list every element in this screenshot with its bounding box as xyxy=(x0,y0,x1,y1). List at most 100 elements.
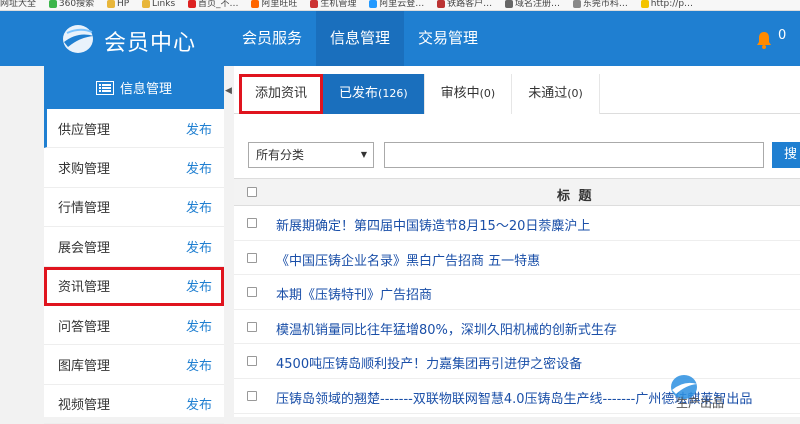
news-title-link[interactable]: 《中国压铸企业名录》黑白广告招商 五一特惠 xyxy=(276,250,540,269)
page-icon xyxy=(572,0,581,8)
360-icon xyxy=(48,0,57,8)
watermark-text: 生产出品 xyxy=(676,396,725,410)
bookmarks-bar: 网址大全 360搜索 HP Links 首页_不… 阿里旺旺 生机管理 阿里云登… xyxy=(0,0,800,11)
sidebar-header: 信息管理 xyxy=(44,66,224,109)
bookmark[interactable]: 铁路客户… xyxy=(437,0,492,9)
sidebar-item-label: 图库管理 xyxy=(58,359,111,375)
search-input[interactable] xyxy=(384,142,764,168)
bell-icon[interactable] xyxy=(756,31,772,49)
publish-link[interactable]: 发布 xyxy=(186,197,212,216)
table-row: 模温机销量同比往年猛增80%，深圳久阳机械的创新式生存 xyxy=(234,310,800,345)
main-nav: 会员服务 信息管理 交易管理 xyxy=(228,11,492,66)
status-tabs: 添加资讯 已发布(126) 审核中(0) 未通过(0) xyxy=(234,74,800,114)
site-icon xyxy=(310,0,319,8)
table-row: 《中国压铸企业名录》黑白广告招商 五一特惠 xyxy=(234,241,800,276)
folder-icon xyxy=(142,0,151,8)
sidebar-item-purchase[interactable]: 求购管理 发布 xyxy=(44,148,224,188)
tab-label: 审核中 xyxy=(440,86,480,101)
logo-icon xyxy=(63,25,94,53)
sidebar-item-label: 视频管理 xyxy=(58,398,111,414)
filter-bar: 所有分类 ▼ 搜 xyxy=(248,142,800,168)
folder-icon xyxy=(106,0,115,8)
tab-rejected[interactable]: 未通过(0) xyxy=(512,74,600,114)
bookmark[interactable]: http://p… xyxy=(640,0,693,9)
search-button[interactable]: 搜 xyxy=(772,142,800,168)
cloud-icon xyxy=(369,0,378,8)
tab-count: (0) xyxy=(567,87,583,100)
bookmark[interactable]: 360搜索 xyxy=(48,0,94,9)
publish-link[interactable]: 发布 xyxy=(186,394,212,413)
huawei-icon xyxy=(188,0,197,8)
sidebar-item-label: 资讯管理 xyxy=(58,280,111,296)
sidebar-item-supply[interactable]: 供应管理 发布 xyxy=(44,109,224,149)
logo-text[interactable]: 会员中心 xyxy=(104,25,196,57)
top-header: 会员中心 会员服务 信息管理 交易管理 0 xyxy=(0,11,800,66)
tab-label: 已发布 xyxy=(339,86,379,101)
tab-published[interactable]: 已发布(126) xyxy=(323,74,425,114)
table-row: 新展期确定！第四届中国铸造节8月15～20日萘麋沪上 xyxy=(234,206,800,241)
bookmark[interactable]: 域名注册… xyxy=(504,0,560,9)
tab-label: 未通过 xyxy=(528,86,568,101)
news-title-link[interactable]: 本期《压铸特刊》广告招商 xyxy=(276,284,432,303)
publish-link[interactable]: 发布 xyxy=(186,316,212,335)
row-checkbox[interactable] xyxy=(247,321,257,332)
bookmark[interactable]: 阿里云登… xyxy=(369,0,424,9)
sidebar-item-label: 供应管理 xyxy=(58,122,111,138)
sidebar-item-video[interactable]: 视频管理 发布 xyxy=(44,385,224,424)
sidebar-item-label: 问答管理 xyxy=(58,319,111,335)
news-title-link[interactable]: 模温机销量同比往年猛增80%，深圳久阳机械的创新式生存 xyxy=(276,319,617,338)
tab-count: (126) xyxy=(378,87,408,100)
category-selected: 所有分类 xyxy=(256,148,305,162)
sidebar-item-qa[interactable]: 问答管理 发布 xyxy=(44,306,224,346)
row-checkbox[interactable] xyxy=(247,287,257,298)
rail-icon xyxy=(437,0,446,8)
site-icon xyxy=(504,0,513,8)
notification-count: 0 xyxy=(778,28,787,43)
tab-add-news[interactable]: 添加资讯 xyxy=(239,74,324,114)
tab-pending[interactable]: 审核中(0) xyxy=(424,74,513,114)
row-checkbox[interactable] xyxy=(247,356,257,367)
publish-link[interactable]: 发布 xyxy=(186,355,212,374)
sidebar-item-label: 展会管理 xyxy=(58,240,111,256)
collapse-arrow-icon[interactable]: ◀ xyxy=(225,86,233,96)
sidebar-item-exhibition[interactable]: 展会管理 发布 xyxy=(44,227,224,267)
sidebar-item-gallery[interactable]: 图库管理 发布 xyxy=(44,345,224,385)
bookmark[interactable]: 生机管理 xyxy=(310,0,356,9)
sidebar-item-label: 求购管理 xyxy=(58,162,111,178)
star-icon xyxy=(640,0,649,8)
sidebar-item-label: 行情管理 xyxy=(58,201,111,217)
sidebar-title: 信息管理 xyxy=(119,82,172,97)
bookmark[interactable]: HP xyxy=(106,0,129,9)
nav-member-service[interactable]: 会员服务 xyxy=(228,11,316,66)
nav-trade-management[interactable]: 交易管理 xyxy=(404,11,492,66)
sidebar: 信息管理 供应管理 发布 求购管理 发布 行情管理 发布 展会管理 发布 资讯管理 发布 … xyxy=(44,66,224,424)
bookmark[interactable]: 东莞市科… xyxy=(572,0,628,9)
news-title-link[interactable]: 4500吨压铸岛顺利投产！力嘉集团再引进伊之密设备 xyxy=(276,353,582,372)
bookmark[interactable]: 阿里旺旺 xyxy=(251,0,297,9)
publish-link[interactable]: 发布 xyxy=(186,237,212,256)
row-checkbox[interactable] xyxy=(247,252,257,263)
publish-link[interactable]: 发布 xyxy=(186,276,212,295)
publish-link[interactable]: 发布 xyxy=(186,158,212,177)
list-icon xyxy=(95,80,114,95)
news-title-link[interactable]: 新展期确定！第四届中国铸造节8月15～20日萘麋沪上 xyxy=(276,215,590,234)
wangwang-icon xyxy=(251,0,260,8)
publish-link[interactable]: 发布 xyxy=(186,119,212,138)
row-checkbox[interactable] xyxy=(247,218,257,228)
sidebar-item-market[interactable]: 行情管理 发布 xyxy=(44,188,224,228)
select-all-checkbox[interactable] xyxy=(247,187,257,197)
nav-info-management[interactable]: 信息管理 xyxy=(316,11,405,66)
caret-down-icon: ▼ xyxy=(360,150,367,159)
row-checkbox[interactable] xyxy=(247,390,257,401)
bookmark[interactable]: Links xyxy=(142,0,175,9)
bookmark[interactable]: 首页_不… xyxy=(188,0,239,9)
category-select[interactable]: 所有分类 ▼ xyxy=(248,142,374,168)
column-title: 标 题 xyxy=(557,189,594,204)
table-row: 本期《压铸特刊》广告招商 xyxy=(234,275,800,310)
watermark: 生产出品 xyxy=(668,372,800,417)
sidebar-item-news[interactable]: 资讯管理 发布 xyxy=(44,266,224,306)
sidebar-menu: 供应管理 发布 求购管理 发布 行情管理 发布 展会管理 发布 资讯管理 发布 问答管理发… xyxy=(44,109,224,424)
main-panel: 添加资讯 已发布(126) 审核中(0) 未通过(0) 所有分类 ▼ 搜 标 题… xyxy=(234,66,800,417)
bookmark[interactable]: 网址大全 xyxy=(0,0,36,9)
tab-count: (0) xyxy=(479,87,496,100)
